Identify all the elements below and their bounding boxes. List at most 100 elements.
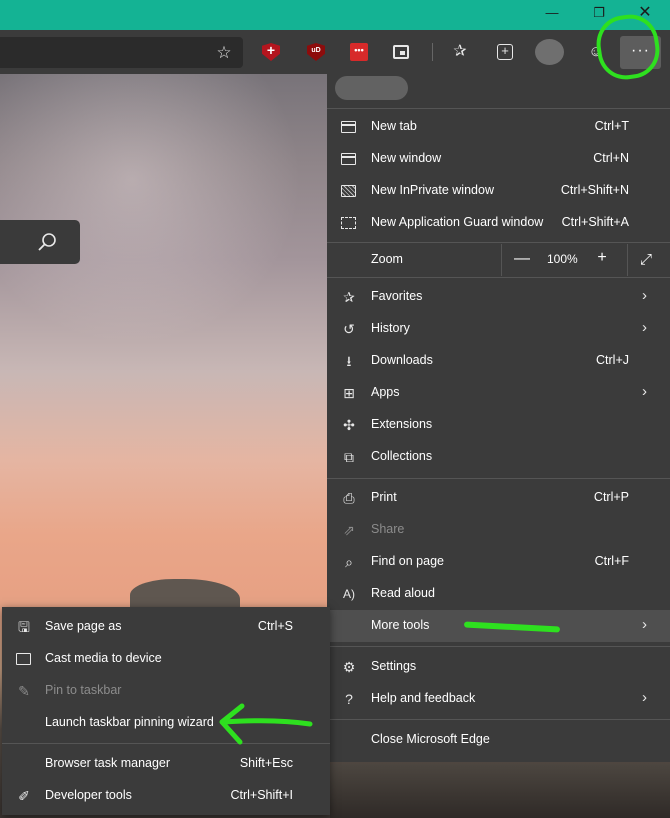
- browser-toolbar: ☆ uD ••• ✰ ☺ ···: [0, 30, 670, 74]
- menu-item-label: Close Microsoft Edge: [371, 732, 490, 746]
- zoom-in-button[interactable]: +: [593, 249, 611, 267]
- menu-item-extensions[interactable]: ✣ Extensions: [327, 409, 670, 441]
- add-favorite-star-icon[interactable]: ☆: [214, 43, 234, 63]
- share-icon: ⇗: [343, 522, 355, 538]
- menu-item-label: Launch taskbar pinning wizard: [45, 715, 214, 729]
- menu-item-label: Find on page: [371, 554, 444, 568]
- menu-item-label: Developer tools: [45, 788, 132, 802]
- menu-item-new-application-guard-window[interactable]: New Application Guard window Ctrl+Shift+…: [327, 207, 670, 239]
- history-icon: ↺: [343, 321, 355, 337]
- minimize-button[interactable]: —: [540, 3, 564, 23]
- zoom-out-button[interactable]: —: [513, 250, 531, 268]
- pin-icon: ✎: [18, 683, 30, 699]
- menu-item-label: Browser task manager: [45, 756, 171, 770]
- menu-separator: [327, 108, 670, 109]
- menu-item-find-on-page[interactable]: ⌕ Find on page Ctrl+F: [327, 546, 670, 578]
- menu-separator: [327, 277, 670, 278]
- menu-item-shortcut: Ctrl+N: [593, 151, 629, 165]
- menu-item-shortcut: Ctrl+F: [594, 554, 629, 568]
- menu-item-label: Downloads: [371, 353, 433, 367]
- menu-item-favorites[interactable]: ✰ Favorites ›: [327, 281, 670, 313]
- menu-item-label: Apps: [371, 385, 400, 399]
- menu-item-label: Print: [371, 490, 397, 504]
- menu-separator: [327, 719, 670, 720]
- address-bar[interactable]: ☆: [0, 37, 243, 68]
- read-aloud-icon: A): [343, 587, 355, 601]
- submenu-item-developer-tools[interactable]: ✐ Developer tools Ctrl+Shift+I: [2, 780, 330, 812]
- picture-in-picture-icon[interactable]: [393, 45, 409, 59]
- menu-item-label: Help and feedback: [371, 691, 476, 705]
- menu-item-new-inprivate-window[interactable]: New InPrivate window Ctrl+Shift+N: [327, 175, 670, 207]
- menu-item-print[interactable]: ⎙ Print Ctrl+P: [327, 482, 670, 514]
- collections-icon[interactable]: [497, 43, 513, 60]
- ublock-extension-icon[interactable]: uD: [307, 43, 325, 61]
- menu-separator: [327, 646, 670, 647]
- menu-item-new-tab[interactable]: New tab Ctrl+T: [327, 111, 670, 143]
- search-icon[interactable]: [36, 231, 58, 253]
- apps-grid-icon: ⊞: [343, 385, 355, 401]
- menu-item-label: Extensions: [371, 417, 433, 431]
- ruins-foreground: [330, 764, 670, 818]
- menu-item-label: Favorites: [371, 289, 423, 303]
- menu-item-new-window[interactable]: New window Ctrl+N: [327, 143, 670, 175]
- settings-and-more-menu: New tab Ctrl+T New window Ctrl+N New InP…: [327, 74, 670, 762]
- page-search-box[interactable]: [0, 220, 80, 264]
- menu-item-read-aloud[interactable]: A) Read aloud: [327, 578, 670, 610]
- submenu-item-browser-task-manager[interactable]: Browser task manager Shift+Esc: [2, 748, 330, 780]
- chevron-right-icon: ›: [642, 383, 647, 400]
- title-bar: — ❐ ✕: [0, 0, 670, 30]
- menu-item-label: Share: [371, 522, 405, 536]
- favorites-icon[interactable]: ✰: [451, 43, 469, 61]
- inprivate-icon: [341, 185, 356, 197]
- submenu-item-save-page-as[interactable]: 🖫 Save page as Ctrl+S: [2, 611, 330, 643]
- menu-item-close-microsoft-edge[interactable]: Close Microsoft Edge: [327, 724, 670, 756]
- menu-item-shortcut: Ctrl+T: [594, 119, 629, 133]
- menu-item-collections[interactable]: ⧉ Collections: [327, 441, 670, 473]
- dots-extension-icon[interactable]: •••: [350, 43, 368, 61]
- profile-avatar[interactable]: [535, 39, 564, 65]
- menu-item-share: ⇗ Share: [327, 514, 670, 546]
- menu-item-label: More tools: [371, 618, 430, 632]
- save-icon: 🖫: [18, 619, 30, 635]
- menu-item-shortcut: Ctrl+S: [257, 619, 293, 633]
- menu-separator: [327, 478, 670, 479]
- menu-item-label: Settings: [371, 659, 417, 673]
- puzzle-piece-icon: ✣: [343, 417, 355, 433]
- zoom-divider: [627, 244, 628, 276]
- menu-item-shortcut: Shift+Esc: [239, 756, 293, 770]
- zoom-label: Zoom: [371, 252, 403, 266]
- download-icon: ⭳: [346, 353, 352, 369]
- find-in-page-icon: ⌕: [345, 554, 353, 570]
- menu-item-shortcut: Ctrl+P: [593, 490, 629, 504]
- menu-item-label: Cast media to device: [45, 651, 162, 665]
- new-window-icon: [341, 153, 356, 165]
- menu-item-shortcut: Ctrl+Shift+A: [561, 215, 629, 229]
- submenu-item-cast-media[interactable]: Cast media to device: [2, 643, 330, 675]
- fullscreen-button[interactable]: ⤢: [637, 251, 655, 268]
- favorites-star-icon: ✰: [343, 289, 355, 305]
- toolbar-divider: [432, 43, 433, 61]
- zoom-level: 100%: [547, 252, 578, 266]
- profile-name-pill[interactable]: [335, 76, 408, 100]
- annotation-arrow: [219, 703, 313, 745]
- menu-item-label: History: [371, 321, 410, 335]
- menu-item-downloads[interactable]: ⭳ Downloads Ctrl+J: [327, 345, 670, 377]
- chevron-right-icon: ›: [642, 689, 647, 706]
- printer-icon: ⎙: [343, 490, 355, 506]
- menu-item-label: Save page as: [45, 619, 122, 633]
- gear-icon: ⚙: [342, 659, 356, 675]
- shield-extension-icon[interactable]: [262, 43, 280, 61]
- zoom-row: Zoom — 100% + ⤢: [327, 244, 670, 276]
- menu-item-shortcut: Ctrl+Shift+N: [560, 183, 629, 197]
- menu-item-label: Pin to taskbar: [45, 683, 122, 697]
- developer-tools-icon: ✐: [18, 788, 30, 804]
- chevron-right-icon: ›: [642, 319, 647, 336]
- menu-item-apps[interactable]: ⊞ Apps ›: [327, 377, 670, 409]
- zoom-divider: [501, 244, 502, 276]
- menu-item-shortcut: Ctrl+Shift+I: [230, 788, 293, 802]
- menu-item-help-and-feedback[interactable]: ? Help and feedback ›: [327, 683, 670, 715]
- menu-separator: [327, 242, 670, 243]
- menu-item-history[interactable]: ↺ History ›: [327, 313, 670, 345]
- menu-item-settings[interactable]: ⚙ Settings: [327, 651, 670, 683]
- question-mark-icon: ?: [345, 691, 353, 707]
